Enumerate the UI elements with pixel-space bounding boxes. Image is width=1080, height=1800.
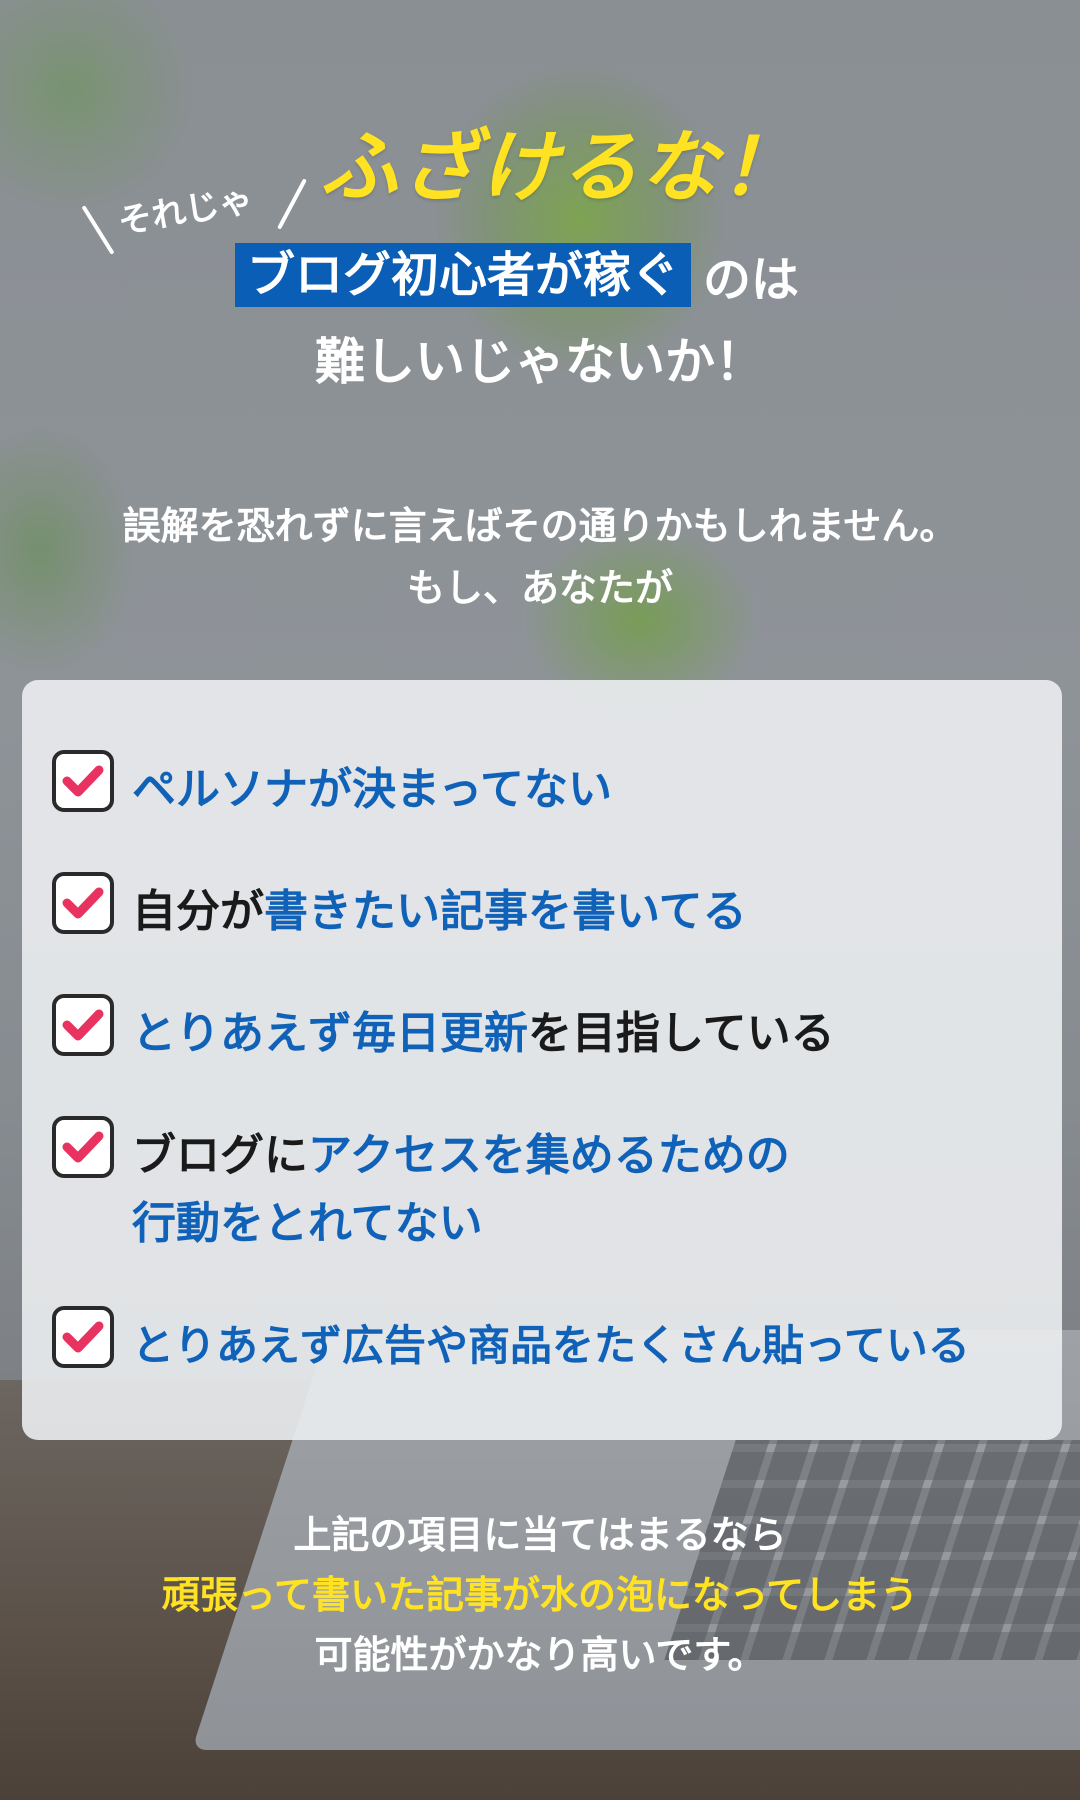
headline-highlight-suffix: のは [703,252,800,308]
checklist-item: ブログにアクセスを集めるための 行動をとれてない [52,1116,790,1258]
checklist-text-part: ペルソナが決まってない [132,764,613,815]
checklist-text: とりあえず毎日更新を目指している [132,1000,835,1068]
headline-line3: 難しいじゃないか！ [315,333,765,391]
checklist-text-part: 自分が [132,886,264,937]
checked-checkbox-icon [52,1116,114,1178]
checklist-text: 自分が書きたい記事を書いてる [132,878,747,946]
slash-left-icon [81,205,115,255]
closing-text: 上記の項目に当てはまるなら 頑張って書いた記事が水の泡になってしまう 可能性がか… [0,1505,1080,1685]
checklist-text-part: とりあえず毎日更新 [132,1008,528,1059]
closing-line2: 頑張って書いた記事が水の泡になってしまう [161,1573,919,1617]
checklist-item: とりあえず広告や商品をたくさん貼っている [52,1306,970,1380]
checklist-item: ペルソナが決まってない [52,750,612,824]
intro-line2: もし、あなたが [406,566,673,610]
checklist-text: ブログにアクセスを集めるための 行動をとれてない [132,1122,790,1258]
closing-line1: 上記の項目に当てはまるなら [293,1513,787,1557]
checklist-item: 自分が書きたい記事を書いてる [52,872,747,946]
intro-text: 誤解を恐れずに言えばその通りかもしれません。 もし、あなたが [0,495,1080,619]
checklist-text-part: とりあえず広告や商品をたくさん貼っている [132,1321,970,1370]
checked-checkbox-icon [52,750,114,812]
headline: ふざけるな！ それじゃ ブログ初心者が稼ぐ のは 難しいじゃないか！ [0,0,1080,420]
checklist-text-part: 書きたい記事を書いてる [264,886,747,937]
checklist-text-part: を目指している [528,1008,835,1059]
checklist-text-line2: 行動をとれてない [132,1198,483,1249]
checklist-text-part: アクセスを集めるための [308,1130,790,1181]
checklist-item: とりあえず毎日更新を目指している [52,994,835,1068]
headline-prefix: それじゃ [115,179,257,243]
checklist-text: ペルソナが決まってない [132,756,612,824]
intro-line1: 誤解を恐れずに言えばその通りかもしれません。 [122,504,958,548]
checked-checkbox-icon [52,872,114,934]
closing-line3: 可能性がかなり高いです。 [314,1633,766,1677]
headline-shout: ふざけるな！ [320,123,801,213]
checklist-card: ペルソナが決まってない 自分が書きたい記事を書いてる とりあえず毎日更新を目指し… [22,680,1062,1440]
headline-line2: ブログ初心者が稼ぐ のは [235,243,800,308]
headline-highlight: ブログ初心者が稼ぐ [235,243,692,307]
slash-right-icon [277,178,307,230]
checked-checkbox-icon [52,994,114,1056]
checklist-text: とりあえず広告や商品をたくさん貼っている [132,1312,970,1380]
checklist-text-part: ブログに [132,1130,308,1181]
checked-checkbox-icon [52,1306,114,1368]
